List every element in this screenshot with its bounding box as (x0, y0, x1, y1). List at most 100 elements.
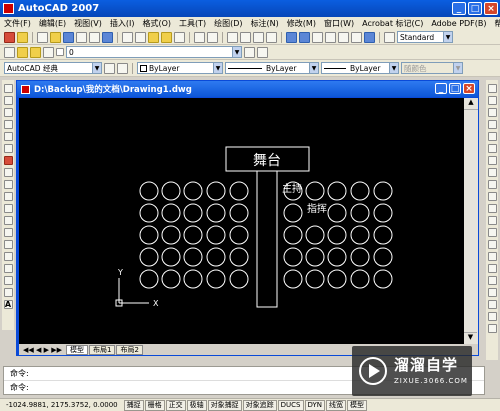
menu-view[interactable]: 视图(V) (70, 18, 106, 29)
ellipse-arc-icon[interactable] (3, 204, 13, 213)
preview-icon[interactable] (89, 31, 100, 43)
line-icon[interactable] (3, 84, 13, 93)
stretch-icon[interactable] (487, 180, 497, 189)
circle-icon[interactable] (3, 156, 13, 165)
color-select[interactable]: ByLayer ▼ (137, 62, 223, 74)
linetype-select[interactable]: ByLayer ▼ (225, 62, 319, 74)
new-icon[interactable] (37, 31, 48, 43)
markup-icon[interactable] (17, 31, 28, 43)
scroll-down-icon[interactable]: ▼ (464, 332, 477, 344)
close-button[interactable]: × (484, 2, 498, 15)
make-block-icon[interactable] (3, 228, 13, 237)
extend-icon[interactable] (487, 204, 497, 213)
menu-draw[interactable]: 绘图(D) (210, 18, 246, 29)
otrack-toggle[interactable]: 对象追踪 (242, 399, 277, 411)
list-icon[interactable] (487, 312, 497, 321)
hatch-icon[interactable] (3, 252, 13, 261)
lightbulb-icon[interactable] (17, 46, 28, 58)
polyline-icon[interactable] (3, 108, 13, 117)
model-space-canvas[interactable]: 舞台 主持 指挥 Y X (19, 98, 464, 344)
draw-order-icon[interactable] (487, 288, 497, 297)
match-properties-icon[interactable] (161, 31, 172, 43)
help-icon[interactable] (364, 31, 375, 43)
menu-adobe-pdf[interactable]: Adobe PDF(B) (427, 19, 490, 28)
menu-edit[interactable]: 编辑(E) (35, 18, 70, 29)
layer-previous-icon[interactable] (257, 46, 268, 58)
quick-calc-icon[interactable] (351, 31, 362, 43)
tool-palettes-icon[interactable] (312, 31, 323, 43)
lock-icon[interactable] (43, 46, 54, 58)
join-icon[interactable] (487, 240, 497, 249)
menu-tools[interactable]: 工具(T) (175, 18, 210, 29)
block-editor-icon[interactable] (174, 31, 185, 43)
polar-toggle[interactable]: 极轴 (186, 399, 207, 411)
mtext-icon[interactable]: A (3, 300, 13, 309)
ducs-toggle[interactable]: DUCS (277, 399, 304, 411)
point-icon[interactable] (3, 240, 13, 249)
fillet-icon[interactable] (487, 264, 497, 273)
pan-icon[interactable] (227, 31, 238, 43)
menu-insert[interactable]: 插入(I) (106, 18, 139, 29)
cut-icon[interactable] (122, 31, 133, 43)
gradient-icon[interactable] (3, 264, 13, 273)
plotstyle-select[interactable]: 随颜色 ▼ (401, 62, 463, 74)
make-object-layer-current-icon[interactable] (244, 46, 255, 58)
revision-cloud-icon[interactable] (3, 168, 13, 177)
workspace-select[interactable]: AutoCAD 经典 ▼ (4, 62, 102, 74)
erase-icon[interactable] (487, 84, 497, 93)
dyn-toggle[interactable]: DYN (304, 399, 326, 411)
table-icon[interactable] (3, 288, 13, 297)
rectangle-icon[interactable] (3, 132, 13, 141)
offset-icon[interactable] (487, 120, 497, 129)
insert-block-icon[interactable] (3, 216, 13, 225)
design-center-icon[interactable] (299, 31, 310, 43)
scale-icon[interactable] (487, 168, 497, 177)
lineweight-select[interactable]: ByLayer ▼ (321, 62, 399, 74)
zoom-window-icon[interactable] (253, 31, 264, 43)
coordinate-readout[interactable]: -1024.9881, 2175.3752, 0.0000 (0, 401, 124, 409)
ellipse-icon[interactable] (3, 192, 13, 201)
grid-toggle[interactable]: 栅格 (144, 399, 165, 411)
drawing-minimize-button[interactable]: _ (435, 83, 447, 94)
properties-panel-icon[interactable] (487, 300, 497, 309)
menu-dimension[interactable]: 标注(N) (247, 18, 283, 29)
menu-help[interactable]: 帮助(H) (491, 18, 500, 29)
sun-icon[interactable] (30, 46, 41, 58)
restore-button[interactable]: □ (468, 2, 482, 15)
open-icon[interactable] (50, 31, 61, 43)
rotate-icon[interactable] (487, 156, 497, 165)
menu-acrobat[interactable]: Acrobat 标记(C) (358, 18, 427, 29)
menu-file[interactable]: 文件(F) (0, 18, 35, 29)
text-style-select[interactable]: Standard ▼ (397, 31, 453, 43)
save-icon[interactable] (63, 31, 74, 43)
vertical-scrollbar[interactable]: ▲ ▼ (464, 98, 478, 344)
workspace-settings-icon[interactable] (104, 62, 115, 74)
menu-modify[interactable]: 修改(M) (283, 18, 320, 29)
move-icon[interactable] (487, 144, 497, 153)
array-icon[interactable] (487, 132, 497, 141)
trim-icon[interactable] (487, 192, 497, 201)
polygon-icon[interactable] (3, 120, 13, 129)
layer-select[interactable]: 0 ▼ (66, 46, 242, 58)
print-icon[interactable] (76, 31, 87, 43)
properties-icon[interactable] (286, 31, 297, 43)
model-toggle[interactable]: 模型 (347, 399, 368, 411)
workspace-save-icon[interactable] (117, 62, 128, 74)
mirror-icon[interactable] (487, 108, 497, 117)
region-icon[interactable] (3, 276, 13, 285)
tab-model[interactable]: 模型 (65, 344, 88, 355)
drawing-restore-button[interactable]: □ (449, 83, 461, 94)
undo-icon[interactable] (194, 31, 205, 43)
snap-toggle[interactable]: 捕捉 (123, 399, 144, 411)
construction-line-icon[interactable] (3, 96, 13, 105)
spline-icon[interactable] (3, 180, 13, 189)
publish-icon[interactable] (102, 31, 113, 43)
pdf-icon[interactable] (4, 31, 15, 43)
ortho-toggle[interactable]: 正交 (165, 399, 186, 411)
osnap-toggle[interactable]: 对象捕捉 (207, 399, 242, 411)
break-icon[interactable] (487, 228, 497, 237)
tab-layout2[interactable]: 布局2 (116, 344, 143, 355)
copy-icon[interactable] (135, 31, 146, 43)
redo-icon[interactable] (207, 31, 218, 43)
tab-nav-arrows-icon[interactable]: ◀◀ ◀ ▶ ▶▶ (23, 346, 62, 354)
